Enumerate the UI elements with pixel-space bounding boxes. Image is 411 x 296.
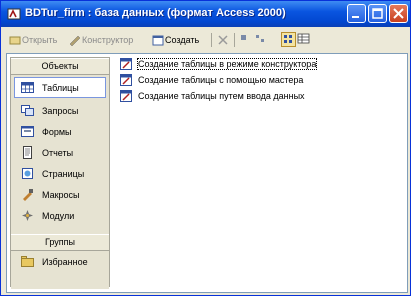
list-view-button[interactable] <box>281 32 296 47</box>
objects-header[interactable]: Объекты <box>11 58 109 75</box>
groups-list: Избранное <box>11 251 109 289</box>
large-icons-icon <box>241 35 246 40</box>
list-item-create-datasheet[interactable]: Создание таблицы путем ввода данных <box>117 88 403 104</box>
maximize-button[interactable] <box>368 4 387 23</box>
page-icon <box>22 168 33 179</box>
sidebar-item-tables[interactable]: Таблицы <box>14 77 106 98</box>
design-button[interactable]: Конструктор <box>69 32 133 48</box>
sidebar-item-pages[interactable]: Страницы <box>11 163 109 184</box>
list-item-create-design[interactable]: Создание таблицы в режиме конструктора <box>117 56 403 72</box>
objects-bar: Объекты Таблицы Запросы Формы Отчеты Стр… <box>10 57 110 289</box>
sidebar-item-modules[interactable]: Модули <box>11 205 109 226</box>
sidebar-item-macros[interactable]: Макросы <box>11 184 109 205</box>
open-button[interactable]: Открыть <box>9 32 57 48</box>
sidebar-item-forms[interactable]: Формы <box>11 121 109 142</box>
sidebar-item-label: Отчеты <box>42 147 74 158</box>
open-label: Открыть <box>22 35 58 45</box>
objects-list: Таблицы Запросы Формы Отчеты Страницы Ма… <box>11 77 109 234</box>
open-icon <box>9 36 21 45</box>
toolbar-separator <box>234 33 235 47</box>
sidebar-item-favorites[interactable]: Избранное <box>11 251 109 272</box>
list-item-create-wizard[interactable]: Создание таблицы с помощью мастера <box>117 72 403 88</box>
list-item-label: Создание таблицы в режиме конструктора <box>136 58 318 70</box>
sidebar-item-reports[interactable]: Отчеты <box>11 142 109 163</box>
sidebar-item-label: Избранное <box>42 256 88 267</box>
access-database-icon <box>7 8 21 20</box>
table-wizard-icon <box>120 74 132 86</box>
design-label: Конструктор <box>82 35 134 45</box>
favorites-folder-icon <box>21 256 34 267</box>
details-view-button[interactable] <box>297 32 312 47</box>
object-list: Создание таблицы в режиме конструктора С… <box>117 56 403 288</box>
sidebar-item-label: Таблицы <box>42 82 79 93</box>
form-icon <box>21 126 34 137</box>
groups-header[interactable]: Группы <box>11 234 109 251</box>
close-icon <box>393 8 404 19</box>
details-view-icon <box>297 33 310 44</box>
window-title: BDTur_firm : база данных (формат Access … <box>25 7 286 19</box>
table-icon <box>21 82 34 93</box>
list-item-label: Создание таблицы с помощью мастера <box>138 75 304 85</box>
database-window: BDTur_firm : база данных (формат Access … <box>0 0 411 296</box>
sidebar-item-label: Макросы <box>42 189 80 200</box>
design-icon <box>69 35 81 46</box>
create-table-design-icon <box>120 58 132 70</box>
sidebar-item-label: Страницы <box>42 168 85 179</box>
close-button[interactable] <box>389 4 408 23</box>
sidebar-item-queries[interactable]: Запросы <box>11 100 109 121</box>
minimize-icon <box>352 16 359 18</box>
table-datasheet-icon <box>120 90 132 102</box>
list-item-label: Создание таблицы путем ввода данных <box>138 91 305 101</box>
maximize-icon <box>372 8 383 19</box>
new-object-icon <box>152 35 164 46</box>
sidebar-item-label: Формы <box>42 126 72 137</box>
sidebar-item-label: Запросы <box>42 105 79 116</box>
macro-icon <box>23 189 33 201</box>
large-icons-view-button[interactable] <box>238 32 253 47</box>
toolbar: Открыть Конструктор Создать <box>5 29 406 51</box>
toolbar-separator <box>211 33 212 47</box>
small-icons-view-button[interactable] <box>254 32 269 47</box>
small-icons-icon <box>256 35 264 42</box>
module-icon <box>22 210 33 221</box>
query-icon <box>21 105 34 116</box>
database-panel: Объекты Таблицы Запросы Формы Отчеты Стр… <box>6 53 408 293</box>
delete-icon <box>218 35 228 45</box>
create-label: Создать <box>165 35 200 45</box>
list-view-icon <box>284 35 292 43</box>
report-icon <box>23 146 32 159</box>
create-button[interactable]: Создать <box>152 32 199 48</box>
sidebar-item-label: Модули <box>42 210 75 221</box>
delete-button[interactable] <box>217 32 229 48</box>
minimize-button[interactable] <box>347 4 366 23</box>
title-bar[interactable]: BDTur_firm : база данных (формат Access … <box>1 1 410 27</box>
